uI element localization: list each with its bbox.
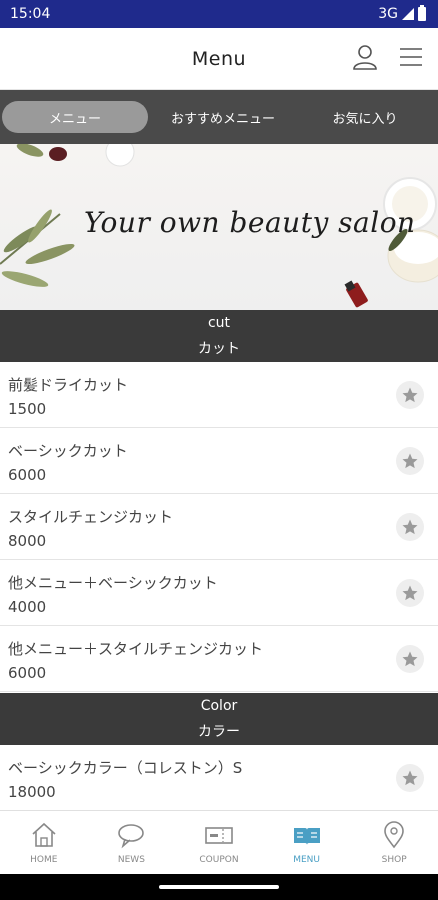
home-icon — [32, 822, 56, 847]
coupon-icon — [205, 826, 233, 844]
item-name: 他メニュー＋ベーシックカット — [8, 574, 218, 592]
star-icon — [402, 651, 418, 667]
status-time: 15:04 — [10, 6, 51, 22]
nav-news[interactable]: NEWS — [88, 811, 176, 874]
map-pin-icon — [384, 820, 404, 848]
favorite-button[interactable] — [396, 381, 424, 409]
tab-recommended[interactable]: おすすめメニュー — [152, 101, 294, 133]
bottom-nav: HOME NEWS COUPON MENU SHOP — [0, 810, 438, 874]
list-item[interactable]: ベーシックカット 6000 — [0, 428, 438, 494]
menu-book-icon — [293, 827, 320, 845]
section-title-jp: カット — [198, 341, 240, 357]
star-icon — [402, 519, 418, 535]
network-type: 3G — [378, 6, 398, 22]
nav-shop[interactable]: SHOP — [350, 811, 438, 874]
section-header-cut: cut カット — [0, 310, 438, 362]
nav-label: SHOP — [381, 854, 407, 865]
nav-menu[interactable]: MENU — [263, 811, 351, 874]
system-navigation-bar — [0, 874, 438, 900]
nav-label: COUPON — [199, 854, 239, 865]
star-icon — [402, 770, 418, 786]
item-price: 1500 — [8, 400, 47, 418]
app-header: Menu — [0, 28, 438, 90]
item-price: 6000 — [8, 466, 47, 484]
star-icon — [402, 387, 418, 403]
hamburger-icon[interactable] — [398, 44, 424, 70]
item-name: ベーシックカラー（コレストン）S — [8, 759, 243, 777]
home-gesture-handle[interactable] — [159, 885, 279, 889]
list-item[interactable]: 他メニュー＋スタイルチェンジカット 6000 — [0, 626, 438, 692]
tab-favorites[interactable]: お気に入り — [294, 101, 436, 133]
section-title-en: Color — [200, 698, 238, 714]
star-icon — [402, 453, 418, 469]
item-name: スタイルチェンジカット — [8, 508, 174, 526]
favorite-button[interactable] — [396, 579, 424, 607]
nav-home[interactable]: HOME — [0, 811, 88, 874]
list-item[interactable]: 前髪ドライカット 1500 — [0, 362, 438, 428]
status-indicators: 3G — [378, 5, 426, 22]
item-name: 他メニュー＋スタイルチェンジカット — [8, 640, 264, 658]
favorite-button[interactable] — [396, 764, 424, 792]
section-title-en: cut — [207, 315, 231, 331]
item-price: 6000 — [8, 664, 47, 682]
tab-menu[interactable]: メニュー — [2, 101, 148, 133]
item-name: 前髪ドライカット — [8, 376, 129, 394]
item-price: 8000 — [8, 532, 47, 550]
star-icon — [402, 585, 418, 601]
status-bar: 15:04 3G — [0, 0, 438, 28]
item-price: 18000 — [8, 783, 56, 801]
signal-icon — [402, 8, 414, 20]
section-title-jp: カラー — [198, 724, 240, 740]
battery-icon — [418, 5, 426, 21]
nav-coupon[interactable]: COUPON — [175, 811, 263, 874]
item-price: 4000 — [8, 598, 47, 616]
user-icon[interactable] — [352, 44, 378, 70]
nav-label: MENU — [293, 854, 320, 865]
menu-tabs: メニュー おすすめメニュー お気に入り — [0, 90, 438, 144]
nav-label: NEWS — [117, 854, 145, 865]
hero-tagline: Your own beauty salon — [84, 206, 416, 239]
list-item[interactable]: 他メニュー＋ベーシックカット 4000 — [0, 560, 438, 626]
favorite-button[interactable] — [396, 513, 424, 541]
nav-label: HOME — [30, 854, 58, 865]
page-title: Menu — [191, 47, 247, 70]
section-header-color: Color カラー — [0, 693, 438, 745]
hero-banner: Your own beauty salon — [0, 144, 438, 310]
list-item[interactable]: ベーシックカラー（コレストン）S 18000 — [0, 745, 438, 811]
favorite-button[interactable] — [396, 645, 424, 673]
favorite-button[interactable] — [396, 447, 424, 475]
item-name: ベーシックカット — [8, 442, 128, 460]
list-item[interactable]: スタイルチェンジカット 8000 — [0, 494, 438, 560]
news-icon — [118, 823, 145, 848]
